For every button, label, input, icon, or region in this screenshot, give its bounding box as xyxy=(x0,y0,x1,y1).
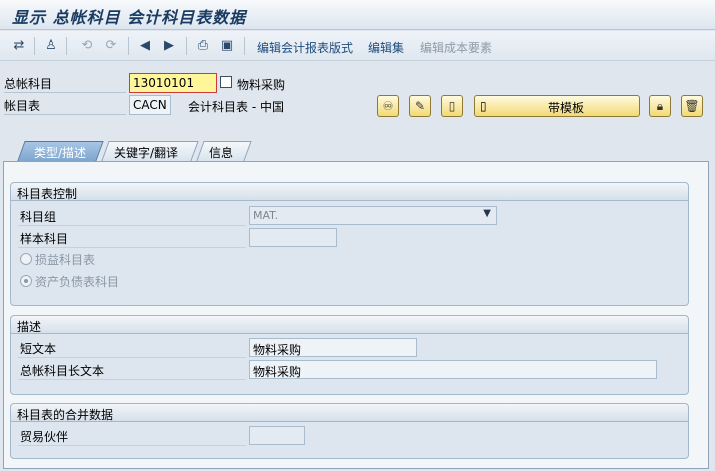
account-group-value: MAT. xyxy=(253,209,279,222)
control-group-header: 科目表控制 xyxy=(11,183,688,201)
pl-statement-label: 损益科目表 xyxy=(35,253,96,267)
account-group-label: 科目组 xyxy=(20,210,57,224)
balance-sheet-label: 资产负债表科目 xyxy=(35,275,120,289)
toolbar-separator xyxy=(244,37,245,55)
consolidation-group-title: 科目表的合并数据 xyxy=(17,408,114,422)
account-group-select[interactable]: MAT. ▼ xyxy=(249,206,497,225)
window-title: 显示 总帐科目 会计科目表数据 xyxy=(12,8,247,27)
toolbar-separator xyxy=(66,37,67,55)
tab-type-description-label: 类型/描述 xyxy=(34,146,87,160)
next-icon[interactable]: ▶ xyxy=(160,37,178,55)
lock-icon[interactable]: 🔒︎ xyxy=(649,95,671,117)
template-document-icon: ▯ xyxy=(480,99,487,113)
with-template-label: 带模板 xyxy=(548,101,585,115)
previous-icon[interactable]: ◀ xyxy=(136,37,154,55)
edit-sets-link[interactable]: 编辑集 xyxy=(368,39,404,56)
switch-icon[interactable]: ⇄ xyxy=(10,37,28,55)
consolidation-group-header: 科目表的合并数据 xyxy=(11,404,688,422)
control-group-title: 科目表控制 xyxy=(17,187,78,201)
row-divider xyxy=(18,357,246,358)
tab-information-label: 信息 xyxy=(209,146,234,160)
gl-account-field[interactable]: 13010101 xyxy=(129,73,217,93)
short-text-label: 短文本 xyxy=(20,342,57,356)
chevron-down-icon[interactable]: ▼ xyxy=(483,208,491,219)
with-template-button[interactable]: ▯ 带模板 xyxy=(474,95,640,117)
sample-account-field[interactable] xyxy=(249,228,337,247)
create-document-icon[interactable]: ▯ xyxy=(441,95,463,117)
edit-cost-element-link[interactable]: 编辑成本要素 xyxy=(420,39,492,56)
gl-account-label: 总帐科目 xyxy=(4,75,126,93)
short-text-field[interactable]: 物料采购 xyxy=(249,338,417,357)
print-icon[interactable]: ⎙ xyxy=(194,37,212,55)
description-group-title: 描述 xyxy=(17,320,42,334)
toolbar-separator xyxy=(34,37,35,55)
tab-keyword-translation-label: 关键字/翻译 xyxy=(114,146,179,160)
chart-of-accounts-description: 会计科目表 - 中国 xyxy=(188,100,284,114)
application-toolbar: ⇄ ♙ ⟲ ⟳ ◀ ▶ ⎙ ▣ 编辑会计报表版式 编辑集 编辑成本要素 xyxy=(0,31,715,61)
sample-account-label: 样本科目 xyxy=(20,232,69,246)
display-change-icon[interactable]: ♾ xyxy=(377,95,399,117)
edit-fs-version-link[interactable]: 编辑会计报表版式 xyxy=(257,39,353,56)
row-divider xyxy=(18,247,246,248)
gl-account-description: 物料采购 xyxy=(237,78,286,92)
trading-partner-label: 贸易伙伴 xyxy=(20,430,69,444)
hierarchy-icon[interactable]: ♙ xyxy=(42,37,60,55)
toolbar-separator xyxy=(128,37,129,55)
balance-sheet-radio[interactable] xyxy=(20,275,32,287)
description-group-header: 描述 xyxy=(11,316,688,334)
long-text-label: 总帐科目长文本 xyxy=(20,364,105,378)
pl-statement-radio[interactable] xyxy=(20,253,32,265)
pencil-icon[interactable]: ✎ xyxy=(409,95,431,117)
document-icon[interactable]: ▣ xyxy=(218,37,236,55)
row-divider xyxy=(18,225,246,226)
chart-of-accounts-field[interactable]: CACN xyxy=(129,95,171,115)
copy-icon[interactable] xyxy=(220,76,232,88)
chart-of-accounts-label: 帐目表 xyxy=(4,97,126,115)
toolbar-separator xyxy=(186,37,187,55)
trash-icon[interactable]: 🗑︎ xyxy=(681,95,703,117)
trading-partner-field[interactable] xyxy=(249,426,305,445)
consolidation-group: 科目表的合并数据 xyxy=(10,403,689,459)
row-divider xyxy=(18,379,246,380)
forward-link-icon[interactable]: ⟳ xyxy=(102,37,120,55)
back-link-icon[interactable]: ⟲ xyxy=(78,37,96,55)
long-text-field[interactable]: 物料采购 xyxy=(249,360,657,379)
row-divider xyxy=(18,445,246,446)
title-bar: 显示 总帐科目 会计科目表数据 xyxy=(0,0,715,30)
